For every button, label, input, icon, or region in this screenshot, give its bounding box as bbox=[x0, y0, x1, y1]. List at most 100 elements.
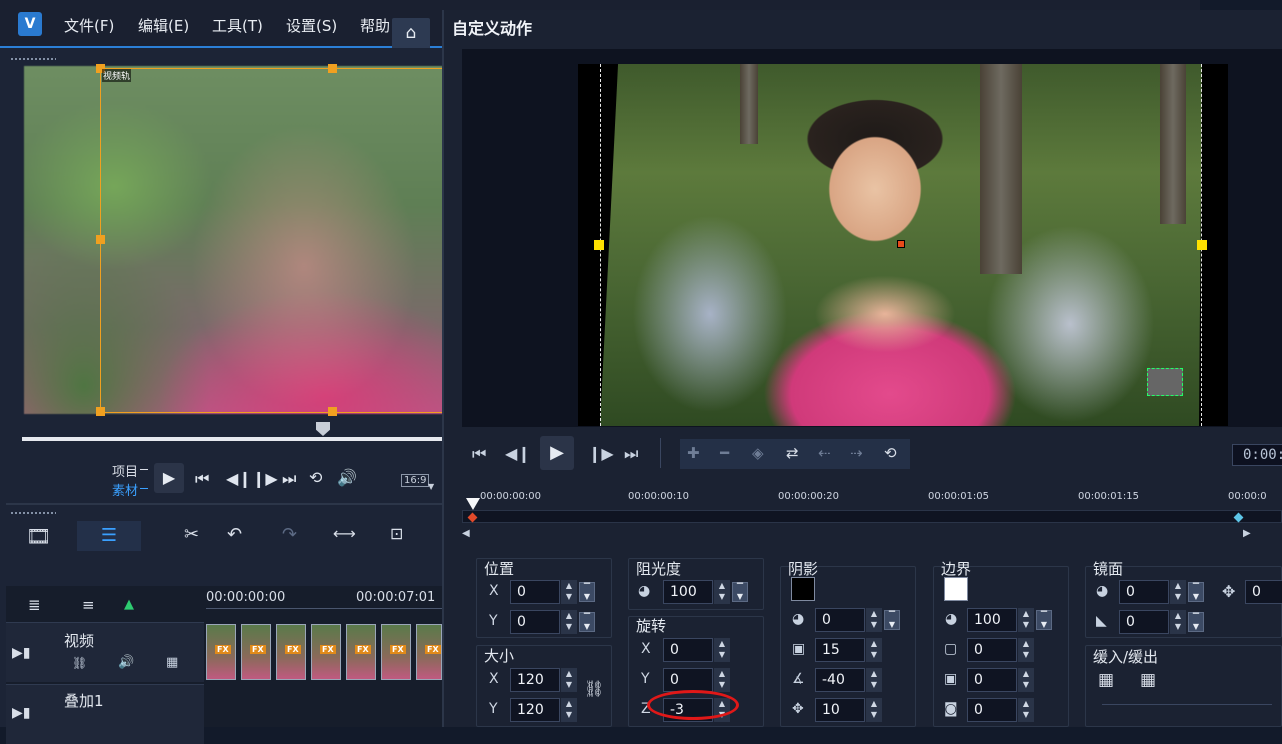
record-icon[interactable]: ⊡ bbox=[390, 524, 403, 543]
timeline-view-icon[interactable]: ☰ bbox=[77, 521, 141, 551]
rotation-x-spinner[interactable]: ▲ ▼ bbox=[714, 638, 730, 662]
mirror-opacity-field[interactable]: 0 bbox=[1119, 580, 1169, 604]
frame-handle-bottom[interactable] bbox=[328, 407, 337, 416]
mirror-distance-menu-icon[interactable]: ▔ ▼ bbox=[1188, 612, 1204, 632]
aspect-ratio-button[interactable]: 16:9 bbox=[401, 474, 430, 487]
motion-handle-left[interactable] bbox=[594, 240, 604, 250]
timeline-clip[interactable]: FX bbox=[276, 624, 306, 680]
shadow-angle-field[interactable]: -40 bbox=[815, 668, 865, 692]
panel-grip[interactable] bbox=[10, 57, 56, 61]
position-x-menu-icon[interactable]: ▔ ▼ bbox=[579, 582, 595, 602]
border-corner-spinner[interactable]: ▲ ▼ bbox=[1018, 698, 1034, 722]
size-y-spinner[interactable]: ▲ ▼ bbox=[561, 698, 577, 722]
chevron-down-icon[interactable]: ▼ bbox=[428, 482, 434, 491]
play-icon[interactable]: ▶ bbox=[154, 463, 184, 493]
opacity-spinner[interactable]: ▲ ▼ bbox=[714, 580, 730, 604]
redo-icon[interactable]: ↷ bbox=[282, 524, 297, 545]
border-color-swatch[interactable] bbox=[944, 577, 968, 601]
step-forward-icon[interactable]: ❙▶ bbox=[588, 444, 614, 463]
add-keyframe-icon[interactable]: ✚ bbox=[687, 444, 700, 462]
reset-keyframe-icon[interactable]: ⟲ bbox=[884, 444, 897, 462]
timeline-clip[interactable]: FX bbox=[381, 624, 411, 680]
skip-start-icon[interactable]: ⏮ bbox=[472, 444, 486, 464]
border-menu-icon[interactable]: ▔ ▼ bbox=[1036, 610, 1052, 630]
border-soften-spinner[interactable]: ▲ ▼ bbox=[1018, 668, 1034, 692]
frame-handle-left[interactable] bbox=[96, 235, 105, 244]
menu-settings[interactable]: 设置(S) bbox=[286, 15, 337, 36]
position-y-menu-icon[interactable]: ▔ ▼ bbox=[579, 612, 595, 632]
rotation-y-spinner[interactable]: ▲ ▼ bbox=[714, 668, 730, 692]
menu-help[interactable]: 帮助 bbox=[360, 15, 390, 36]
timeline-clip[interactable]: FX bbox=[206, 624, 236, 680]
overlay-frame[interactable] bbox=[100, 68, 445, 413]
opacity-menu-icon[interactable]: ▔ ▼ bbox=[732, 582, 748, 602]
position-x-spinner[interactable]: ▲ ▼ bbox=[561, 580, 577, 604]
menu-file[interactable]: 文件(F) bbox=[64, 15, 114, 36]
undo-icon[interactable]: ↶ bbox=[227, 524, 242, 545]
shadow-distance-field[interactable]: 10 bbox=[815, 698, 865, 722]
storyboard-view-icon[interactable]: 🎞 bbox=[26, 524, 51, 548]
home-icon[interactable]: ⌂ bbox=[392, 18, 430, 48]
invert-keyframe-icon[interactable]: ◈ bbox=[752, 444, 764, 462]
keyframe-track[interactable] bbox=[462, 510, 1282, 523]
swap-icon[interactable]: ⇄ bbox=[786, 444, 799, 462]
timeline-clip[interactable]: FX bbox=[416, 624, 442, 680]
skip-start-icon[interactable]: ⏮ bbox=[195, 469, 209, 489]
mirror-distance-field[interactable]: 0 bbox=[1119, 610, 1169, 634]
scroll-right-icon[interactable]: ▶ bbox=[1243, 528, 1251, 539]
scroll-left-icon[interactable]: ◀ bbox=[462, 528, 470, 539]
menu-edit[interactable]: 编辑(E) bbox=[138, 15, 189, 36]
size-x-field[interactable]: 120 bbox=[510, 668, 560, 692]
skip-end-icon[interactable]: ⏭ bbox=[624, 444, 638, 464]
shadow-blur-spinner[interactable]: ▲ ▼ bbox=[866, 638, 882, 662]
fit-timeline-icon[interactable]: ⟷ bbox=[333, 524, 356, 543]
frame-handle-bl[interactable] bbox=[96, 407, 105, 416]
prev-keyframe-icon[interactable]: ⇠ bbox=[818, 444, 831, 462]
menu-tools[interactable]: 工具(T) bbox=[212, 15, 263, 36]
ease-in-icon[interactable]: ▦ bbox=[1098, 670, 1114, 690]
timeline-clip[interactable]: FX bbox=[346, 624, 376, 680]
step-back-icon[interactable]: ◀❙ bbox=[226, 469, 252, 488]
mirror-opacity-spinner[interactable]: ▲ ▼ bbox=[1170, 580, 1186, 604]
repeat-icon[interactable]: ⟲ bbox=[309, 468, 322, 487]
timeline-clip[interactable]: FX bbox=[311, 624, 341, 680]
mirror-distance-spinner[interactable]: ▲ ▼ bbox=[1170, 610, 1186, 634]
border-corner-field[interactable]: 0 bbox=[967, 698, 1017, 722]
shadow-distance-spinner[interactable]: ▲ ▼ bbox=[866, 698, 882, 722]
motion-handle-right[interactable] bbox=[1197, 240, 1207, 250]
track-volume-icon[interactable]: 🔊 bbox=[118, 655, 134, 670]
size-y-field[interactable]: 120 bbox=[510, 698, 560, 722]
timecode-field[interactable]: 0:00: bbox=[1232, 444, 1282, 466]
mode-clip[interactable]: 素材 bbox=[112, 480, 138, 499]
rotation-x-field[interactable]: 0 bbox=[663, 638, 713, 662]
position-y-spinner[interactable]: ▲ ▼ bbox=[561, 610, 577, 634]
frame-handle-top[interactable] bbox=[328, 64, 337, 73]
mode-project[interactable]: 项目 bbox=[112, 461, 138, 480]
border-soften-field[interactable]: 0 bbox=[967, 668, 1017, 692]
next-keyframe-icon[interactable]: ⇢ bbox=[850, 444, 863, 462]
track-manager-icon[interactable]: ≣ bbox=[28, 596, 41, 614]
mirror-offset-field[interactable]: 0 bbox=[1245, 580, 1282, 604]
volume-icon[interactable]: 🔊 bbox=[337, 468, 357, 487]
shadow-color-swatch[interactable] bbox=[791, 577, 815, 601]
shadow-blur-field[interactable]: 15 bbox=[815, 638, 865, 662]
position-y-field[interactable]: 0 bbox=[510, 610, 560, 634]
border-width-spinner[interactable]: ▲ ▼ bbox=[1018, 638, 1034, 662]
chapter-icon[interactable]: ≡ bbox=[82, 596, 95, 614]
remove-keyframe-icon[interactable]: ━ bbox=[720, 444, 729, 462]
lock-ratio-icon[interactable]: ⛓ bbox=[584, 679, 604, 698]
shadow-opacity-field[interactable]: 0 bbox=[815, 608, 865, 632]
step-back-icon[interactable]: ◀❙ bbox=[505, 444, 531, 463]
opacity-field[interactable]: 100 bbox=[663, 580, 713, 604]
border-width-field[interactable]: 0 bbox=[967, 638, 1017, 662]
position-x-field[interactable]: 0 bbox=[510, 580, 560, 604]
panel-grip-2[interactable] bbox=[10, 511, 56, 515]
step-forward-icon[interactable]: ❙▶ bbox=[252, 469, 278, 488]
shadow-angle-spinner[interactable]: ▲ ▼ bbox=[866, 668, 882, 692]
tools-icon[interactable]: ✂ bbox=[184, 524, 199, 545]
border-opacity-field[interactable]: 100 bbox=[967, 608, 1017, 632]
size-x-spinner[interactable]: ▲ ▼ bbox=[561, 668, 577, 692]
link-icon[interactable]: ⛓ bbox=[72, 656, 87, 670]
border-opacity-spinner[interactable]: ▲ ▼ bbox=[1018, 608, 1034, 632]
skip-end-icon[interactable]: ⏭ bbox=[282, 469, 296, 489]
